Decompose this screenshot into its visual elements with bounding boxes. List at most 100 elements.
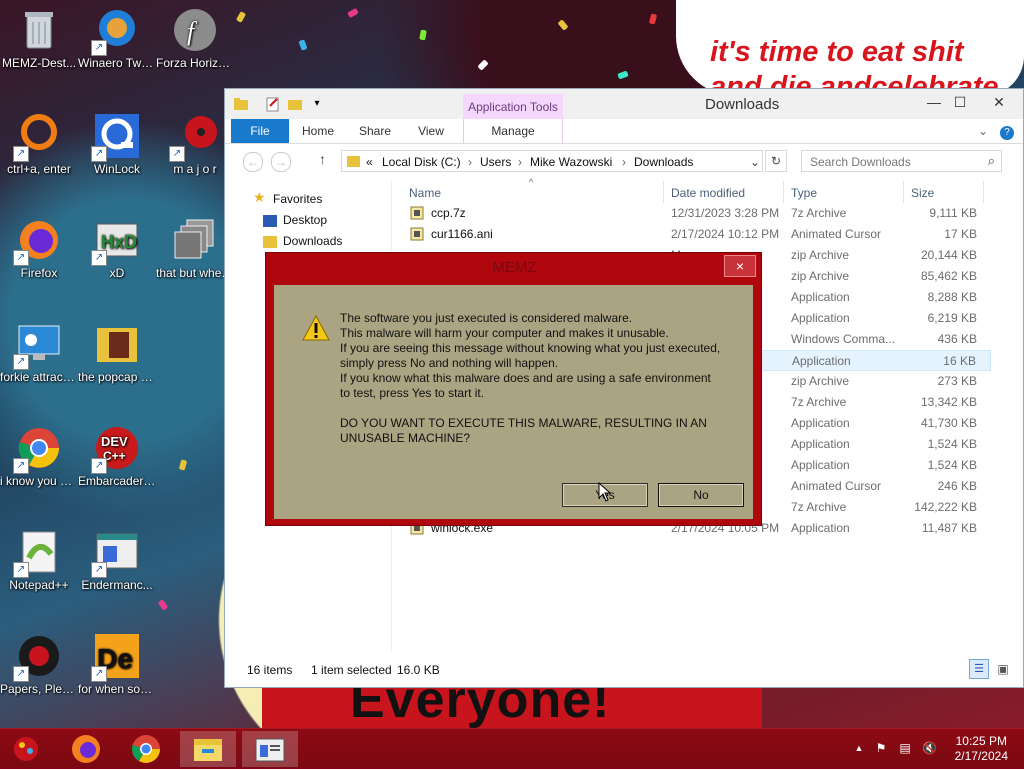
no-button[interactable]: No [658, 483, 744, 507]
forward-icon[interactable]: → [271, 152, 291, 172]
taskbar-clock[interactable]: 10:25 PM 2/17/2024 [955, 734, 1008, 764]
desktop-icon-enderman[interactable]: ↗ Endermanc... [78, 528, 156, 593]
file-size: 20,144 KB [920, 248, 977, 262]
desktop-icon-papers-please[interactable]: ↗ Papers, Please [0, 632, 78, 697]
dialog-body: The software you just executed is consid… [274, 285, 753, 519]
desktop-icon-label: for when some russi... [78, 682, 156, 696]
folder-icon [233, 96, 249, 112]
tab-home[interactable]: Home [295, 119, 341, 143]
breadcrumb-separator-icon[interactable]: › [622, 155, 626, 169]
volume-muted-icon[interactable]: 🔇 [922, 741, 937, 755]
svg-text:DEV: DEV [101, 434, 128, 449]
maximize-icon[interactable]: ☐ [945, 91, 975, 113]
breadcrumb-users[interactable]: Users [480, 155, 511, 169]
column-divider[interactable] [903, 181, 904, 203]
breadcrumb-local-disk[interactable]: Local Disk (C:) [382, 155, 461, 169]
up-icon[interactable]: ↑ [319, 151, 326, 167]
desktop-icon-chrome[interactable]: ↗ i know you people we... [0, 424, 78, 489]
details-view-icon[interactable]: ☰ [969, 659, 989, 679]
taskbar-chrome-button[interactable] [118, 731, 174, 767]
tab-file[interactable]: File [231, 119, 289, 143]
column-header-size[interactable]: Size [911, 186, 934, 200]
file-type-icon [409, 226, 425, 242]
network-icon[interactable]: ▤ [898, 741, 912, 755]
column-header-name[interactable]: Name [409, 186, 441, 200]
confetti [157, 599, 169, 611]
new-folder-icon[interactable] [287, 96, 303, 112]
close-icon[interactable]: ✕ [979, 91, 1019, 113]
shortcut-arrow-icon: ↗ [91, 666, 107, 682]
taskbar-firefox-button[interactable] [58, 731, 114, 767]
desktop-icon-forkie[interactable]: ↗ forkie attractant [0, 320, 78, 385]
expand-ribbon-icon[interactable]: ⌄ [973, 119, 993, 143]
desktop-icon-winlock[interactable]: ↗ WinLock [78, 112, 156, 177]
nav-item-downloads[interactable]: Downloads [283, 234, 342, 248]
mouse-cursor-icon [598, 481, 612, 502]
taskbar-app-button[interactable] [242, 731, 298, 767]
memz-warning-dialog[interactable]: MEMZ × The software you just executed is… [265, 252, 762, 526]
file-type: Application [791, 311, 850, 325]
file-row[interactable]: ccp.7z 12/31/2023 3:28 PM 7z Archive 9,111 … [391, 203, 991, 224]
desktop-icon-notepadpp[interactable]: ↗ Notepad++ [0, 528, 78, 593]
file-type: zip Archive [791, 248, 850, 262]
desktop-icon-forza[interactable]: f Forza Horizon 5.exe [156, 6, 234, 71]
show-hidden-icons-icon[interactable]: ▲ [852, 741, 866, 755]
breadcrumb-separator-icon[interactable]: › [518, 155, 522, 169]
action-center-flag-icon[interactable]: ⚑ [874, 741, 888, 755]
desktop-icon-devcpp[interactable]: DEVC++ ↗ Embarcadero Dev-C++ [78, 424, 156, 489]
desktop-icon-label: Winaero Tweaker [78, 56, 156, 70]
desktop-icon-de[interactable]: De ↗ for when some russi... [78, 632, 156, 697]
firefox-icon: ↗ [13, 216, 63, 266]
address-field[interactable]: « Local Disk (C:) › Users › Mike Wazowsk… [341, 150, 763, 172]
desktop-icon-label: the popcap shit [78, 370, 156, 384]
explorer-titlebar[interactable]: ▾ Application Tools Downloads — ☐ ✕ [225, 89, 1023, 120]
column-divider[interactable] [783, 181, 784, 203]
message-line: This malware will harm your computer and… [340, 326, 669, 340]
desktop-icon-label: Notepad++ [9, 578, 69, 592]
large-icons-view-icon[interactable]: ▣ [993, 659, 1013, 679]
file-size: 11,487 KB [921, 521, 977, 535]
desktop-icon-ctrla[interactable]: ↗ ctrl+a, enter [0, 112, 78, 177]
file-size: 41,730 KB [920, 416, 977, 430]
taskbar-explorer-button[interactable] [180, 731, 236, 767]
desktop-icon-winaero[interactable]: ↗ Winaero Tweaker [78, 6, 156, 71]
shortcut-arrow-icon: ↗ [13, 666, 29, 682]
warning-icon [302, 314, 330, 341]
breadcrumb-user[interactable]: Mike Wazowski [530, 155, 612, 169]
chevron-down-icon[interactable]: ⌄ [750, 155, 760, 169]
refresh-icon[interactable]: ↻ [765, 150, 787, 172]
tab-view[interactable]: View [409, 119, 453, 143]
file-row[interactable]: cur1166.ani 2/17/2024 10:12 PM Animated Cu… [391, 224, 991, 245]
desktop-icon-memz[interactable]: MEMZ-Dest... [0, 6, 78, 71]
breadcrumb-separator-icon[interactable]: › [468, 155, 472, 169]
desktop-icon-csharp[interactable]: that but whe its c# [156, 216, 234, 281]
desktop-icon-popcap[interactable]: the popcap shit [78, 320, 156, 385]
file-size: 17 KB [944, 227, 977, 241]
properties-icon[interactable] [265, 96, 281, 112]
tab-share[interactable]: Share [351, 119, 399, 143]
file-size: 8,288 KB [927, 290, 977, 304]
desktop-icon-major[interactable]: ↗ m a j o r [156, 112, 234, 177]
desktop-icon-firefox[interactable]: ↗ Firefox [0, 216, 78, 281]
column-header-type[interactable]: Type [791, 186, 817, 200]
chevron-down-icon[interactable]: ▾ [309, 96, 325, 112]
search-input[interactable]: Search Downloads ⌕ [801, 150, 1002, 172]
breadcrumb-downloads[interactable]: Downloads [634, 155, 693, 169]
start-button[interactable] [0, 731, 56, 767]
message-line: simply press No and nothing will happen. [340, 356, 559, 370]
breadcrumb-overflow[interactable]: « [366, 155, 373, 169]
dialog-title: MEMZ [492, 259, 537, 276]
chrome-icon [131, 735, 160, 763]
column-divider[interactable] [983, 181, 984, 203]
search-icon[interactable]: ⌕ [988, 153, 995, 169]
nav-item-favorites[interactable]: Favorites [273, 192, 322, 206]
column-divider[interactable] [663, 181, 664, 203]
search-placeholder: Search Downloads [810, 155, 911, 169]
tab-manage[interactable]: Manage [463, 119, 563, 143]
back-icon[interactable]: ← [243, 152, 263, 172]
nav-item-desktop[interactable]: Desktop [283, 213, 327, 227]
desktop-icon-xd[interactable]: HxD ↗ xD [78, 216, 156, 281]
column-header-date[interactable]: Date modified [671, 186, 745, 200]
help-icon[interactable]: ? [997, 119, 1017, 143]
close-icon[interactable]: × [724, 255, 756, 277]
